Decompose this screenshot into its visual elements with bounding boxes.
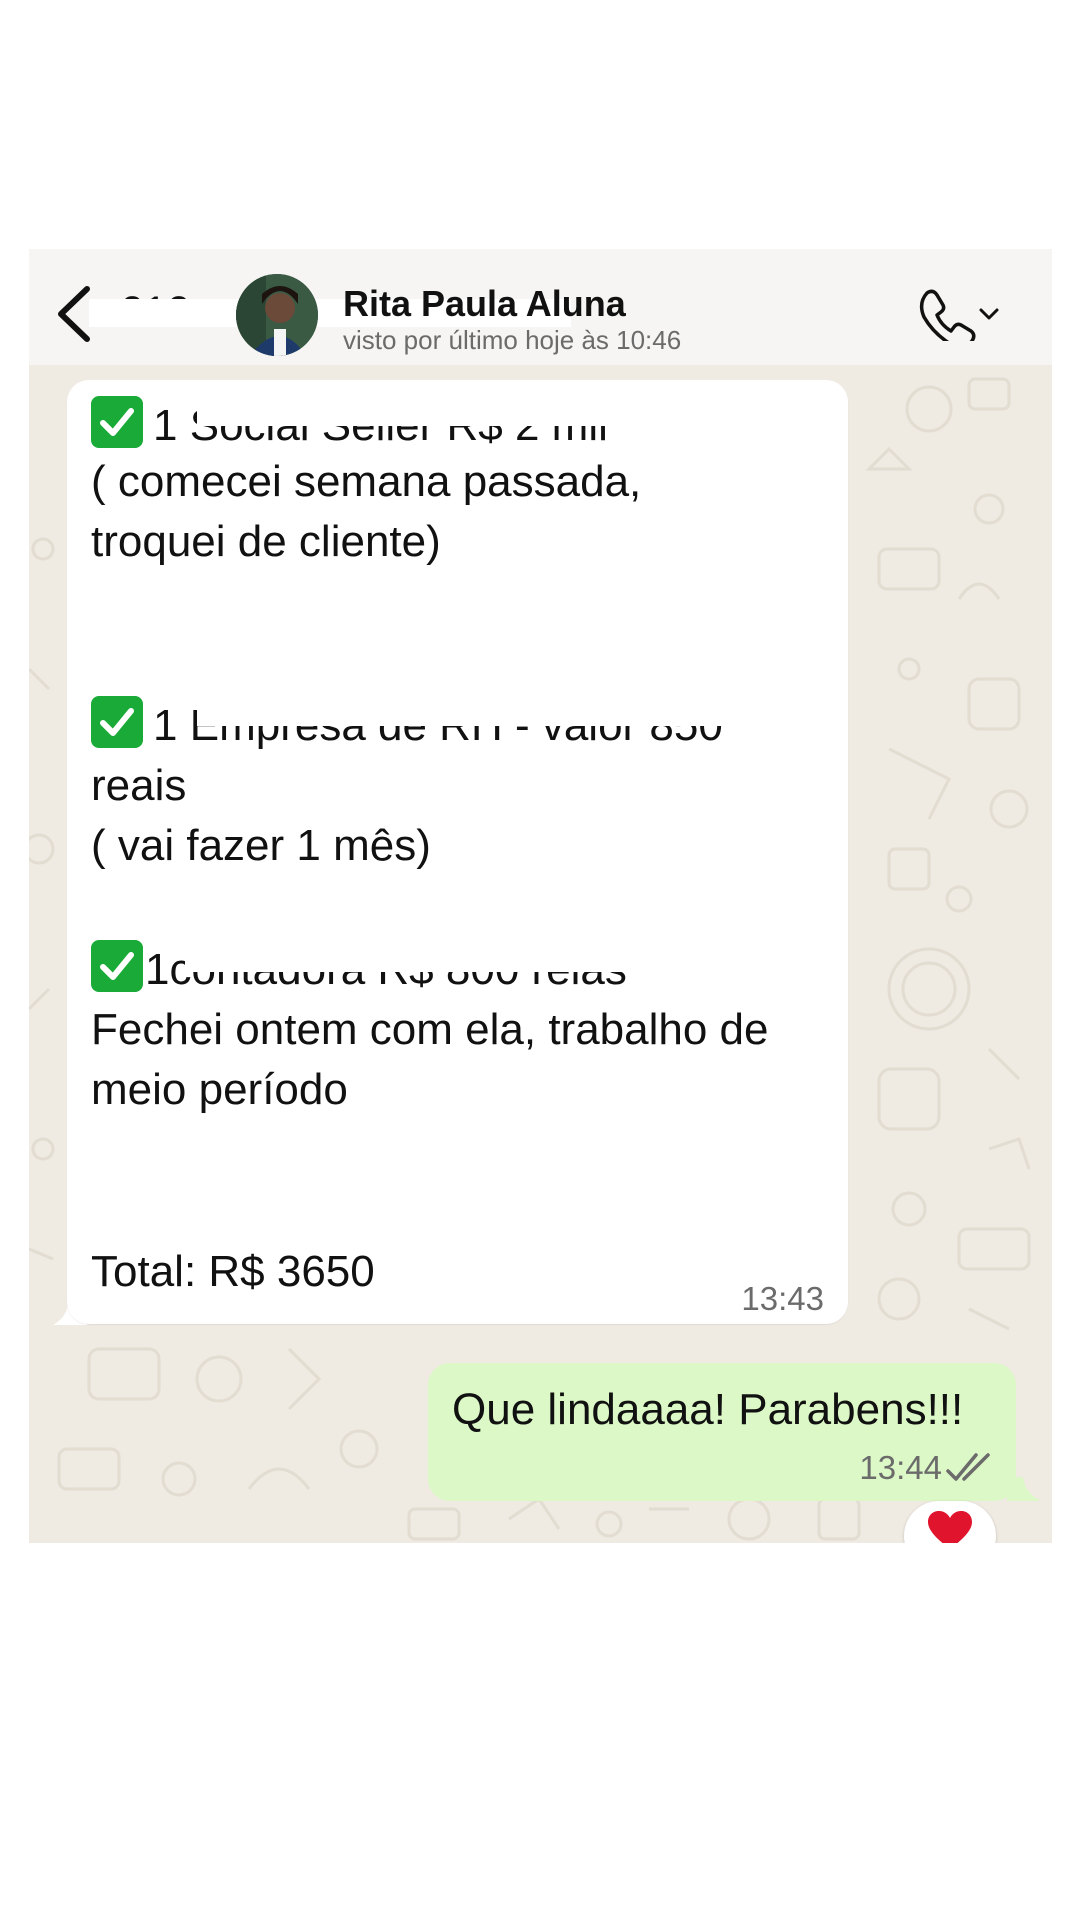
message-line: ( vai fazer 1 mês) (91, 821, 431, 870)
message-total: Total: R$ 3650 (91, 1247, 375, 1296)
message-text: Que lindaaaa! Parabens!!! (452, 1385, 964, 1434)
message-line: ( comecei semana passada, (91, 457, 642, 506)
call-button[interactable] (917, 285, 1001, 349)
contact-avatar[interactable] (236, 274, 318, 356)
last-seen-status: visto por último hoje às 10:46 (343, 325, 682, 355)
message-line: reais (91, 761, 187, 810)
check-mark-emoji (91, 696, 143, 748)
redaction-bar (197, 396, 677, 426)
chevron-down-icon (979, 308, 999, 320)
message-line: troquei de cliente) (91, 517, 441, 566)
contact-name[interactable]: Rita Paula Aluna (343, 283, 626, 325)
double-check-icon (946, 1453, 990, 1481)
message-timestamp: 13:43 (741, 1280, 824, 1317)
message-line: Fechei ontem com ela, trabalho de (91, 1005, 769, 1054)
incoming-message-bubble[interactable]: 1 Social Seller R$ 2 mil ( comecei seman… (67, 380, 848, 1324)
chat-screen: 212 Rita Paula Aluna visto por último ho… (29, 249, 1052, 1543)
item-count: 1 (145, 945, 170, 994)
outgoing-message-bubble[interactable]: Que lindaaaa! Parabens!!! 13:44 (428, 1363, 1016, 1501)
avatar-photo (236, 274, 318, 356)
message-line: meio período (91, 1065, 348, 1114)
chat-header: 212 Rita Paula Aluna visto por último ho… (29, 249, 1052, 365)
item-count: 1 (153, 401, 178, 450)
red-heart-icon (928, 1511, 972, 1543)
message-reaction[interactable] (904, 1501, 996, 1543)
message-timestamp: 13:44 (859, 1449, 942, 1486)
redaction-bar (197, 696, 807, 726)
check-mark-emoji (91, 940, 143, 992)
item-count: 1 (153, 701, 178, 750)
redaction-bar (185, 940, 775, 972)
check-mark-emoji (91, 396, 143, 448)
